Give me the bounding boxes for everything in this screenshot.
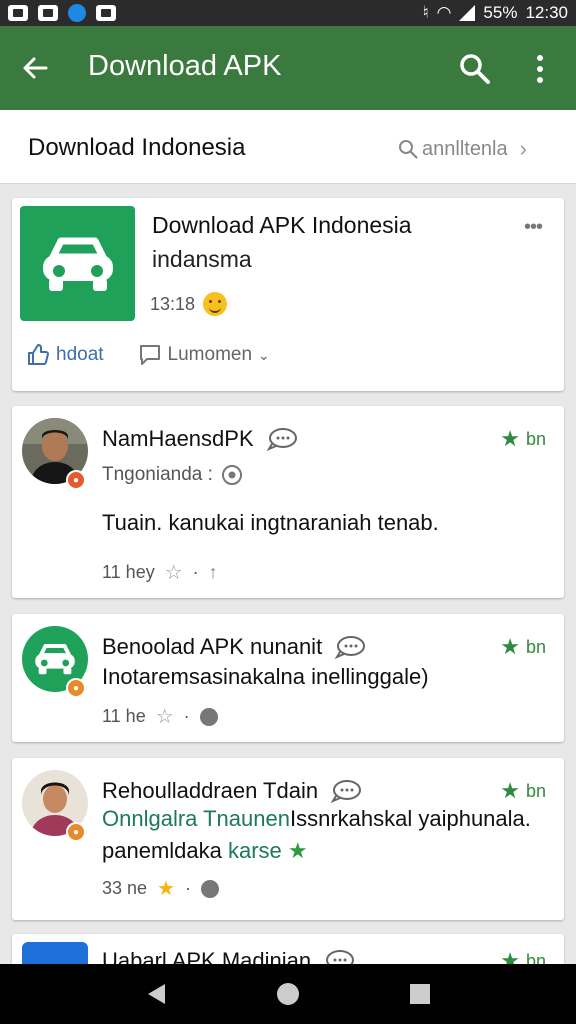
rating-text: bn <box>525 428 546 449</box>
chevron-down-icon: ⌄ <box>258 346 270 363</box>
more-vert-icon[interactable] <box>530 52 550 86</box>
comment-text: Tuain. kanukai ingtnaraniah tenab. <box>102 510 439 535</box>
commenter-name-text: Rehoulladdraen Tdain <box>102 778 319 803</box>
gallery-notification-icon <box>38 5 58 21</box>
smile-emoji-icon <box>203 292 228 316</box>
comment-mention[interactable]: Onnlgalra Tnaunen <box>102 806 290 831</box>
back-arrow-icon[interactable] <box>20 53 50 83</box>
app-notification-icon <box>68 4 86 22</box>
wifi-icon: ◠ <box>436 3 452 22</box>
app-title: Download APK <box>88 50 282 82</box>
section-search-link[interactable]: annlltenla › <box>398 136 527 162</box>
rating-badge: ★ bn <box>500 634 546 660</box>
comment-card[interactable]: ● NamHaensdPK ★ bn Tngonianda : Tuain. k… <box>12 406 564 598</box>
back-triangle-icon[interactable] <box>145 982 167 1006</box>
like-label: hdoat <box>56 344 104 365</box>
app-bar: Download APK <box>0 26 576 110</box>
rating-text: bn <box>525 780 546 801</box>
commenter-meta-text: Tngonianda : <box>102 464 213 485</box>
photo-notification-icon <box>8 5 28 21</box>
avatar-badge: ● <box>66 470 86 490</box>
comment-text: Onnlgalra TnaunenIssnrkahskal yaiphunala… <box>102 806 531 832</box>
section-header: Download Indonesia annlltenla › <box>0 110 576 184</box>
chat-bubble-icon <box>334 636 366 659</box>
comment-link[interactable]: karse <box>228 838 282 863</box>
rating-badge: ★ bn <box>500 426 546 452</box>
comment-time: 11 he <box>102 706 146 726</box>
comment-text-line2-a: panemldaka <box>102 838 222 863</box>
car-icon <box>42 237 113 291</box>
more-horiz-icon[interactable]: ••• <box>524 216 543 239</box>
message-notification-icon <box>96 5 116 21</box>
mute-icon: ♮ <box>422 3 429 22</box>
clock-icon[interactable] <box>199 707 218 726</box>
section-search-text: annlltenla <box>422 137 508 160</box>
search-icon[interactable] <box>458 52 492 86</box>
reply-icon[interactable]: ↑ <box>209 562 218 583</box>
commenter-name[interactable]: Rehoulladdraen Tdain <box>102 778 362 804</box>
comment-footer: 11 he ☆ · <box>102 704 218 729</box>
status-bar: ♮ ◠ 55% 12:30 <box>0 0 576 26</box>
signal-icon <box>459 5 476 21</box>
comment-card[interactable]: ● Benoolad APK nunanit ★ bn Inotaremsasi… <box>12 614 564 742</box>
comment-text: Inotaremsasinakalna inellinggale) <box>102 664 429 689</box>
star-icon: ★ <box>500 426 520 451</box>
post-title: Download APK Indonesia <box>152 212 412 238</box>
comment-card[interactable]: ● Rehoulladdraen Tdain ★ bn Onnlgalra Tn… <box>12 758 564 920</box>
avatar-badge: ● <box>66 822 86 842</box>
comment-button[interactable]: Lumomen ⌄ <box>138 343 270 367</box>
post-card[interactable]: Download APK Indonesia indansma 13:18 ••… <box>12 198 564 391</box>
comment-footer: 11 hey ☆ · ↑ <box>102 560 218 585</box>
comment-time: 33 ne <box>102 878 148 898</box>
post-time-text: 13:18 <box>150 293 196 314</box>
recents-square-icon[interactable] <box>409 983 431 1005</box>
system-nav-bar <box>0 964 576 1024</box>
commenter-name[interactable]: Benoolad APK nunanit <box>102 634 366 660</box>
avatar-badge: ● <box>66 678 86 698</box>
battery-level: 55% <box>483 3 518 22</box>
comment-text-rest: Issnrkahskal yaiphunala. <box>289 806 531 831</box>
comment-label: Lumomen <box>167 344 253 365</box>
chat-bubble-icon <box>266 428 297 451</box>
separator-dot: · <box>183 706 190 726</box>
comment-time: 11 hey <box>102 562 155 582</box>
chat-bubble-icon <box>330 780 362 803</box>
like-button[interactable]: hdoat <box>26 343 104 367</box>
commenter-meta: Tngonianda : <box>102 464 243 486</box>
comment-footer: 33 ne ★ · <box>102 876 219 901</box>
chevron-right-icon: › <box>519 136 527 161</box>
search-icon <box>399 140 418 159</box>
separator-dot: · <box>192 562 199 582</box>
post-time: 13:18 <box>150 292 228 316</box>
rating-text: bn <box>525 636 546 657</box>
rating-badge: ★ bn <box>500 778 546 804</box>
star-icon: ★ <box>500 778 520 803</box>
star-filled-icon[interactable]: ★ <box>157 876 175 901</box>
thumbs-up-icon <box>28 344 49 365</box>
separator-dot: · <box>184 878 191 898</box>
star-icon: ★ <box>287 838 308 863</box>
star-outline-icon[interactable]: ☆ <box>165 560 183 585</box>
section-title: Download Indonesia <box>28 134 246 161</box>
post-subtitle: indansma <box>152 246 252 272</box>
clock-icon[interactable] <box>200 879 219 898</box>
clock: 12:30 <box>525 3 568 22</box>
car-icon <box>35 644 75 675</box>
home-circle-icon[interactable] <box>276 982 300 1006</box>
commenter-name[interactable]: NamHaensdPK <box>102 426 298 452</box>
commenter-name-text: NamHaensdPK <box>102 426 254 451</box>
verified-icon <box>221 465 242 485</box>
comment-text-line2: panemldaka karse ★ <box>102 838 308 864</box>
commenter-name-text: Benoolad APK nunanit <box>102 634 323 659</box>
star-icon: ★ <box>500 634 520 659</box>
app-logo <box>20 206 135 321</box>
star-outline-icon[interactable]: ☆ <box>156 704 174 729</box>
comment-icon <box>139 345 160 365</box>
